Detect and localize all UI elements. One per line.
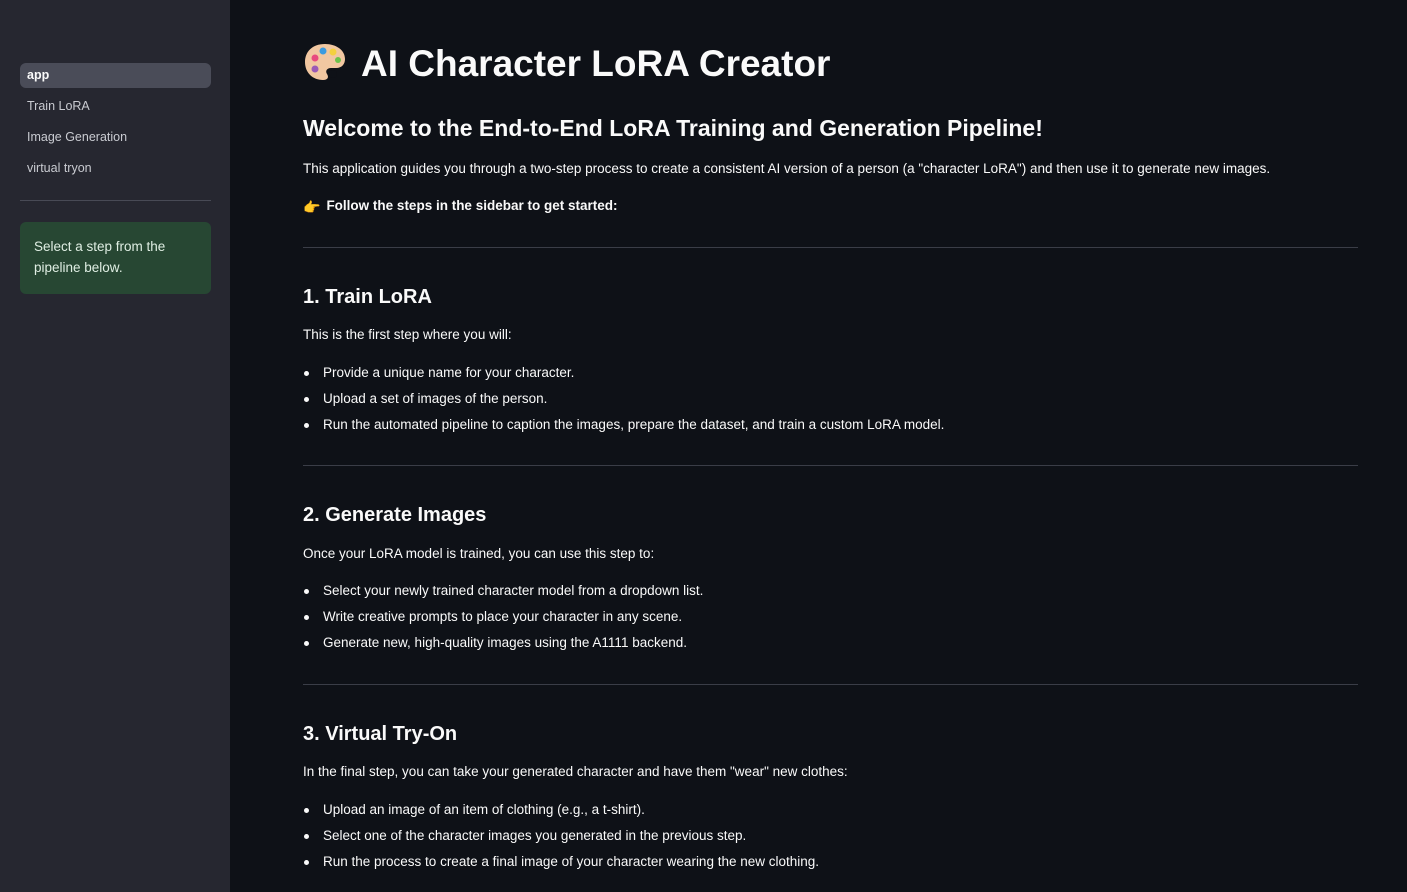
section-lead-train-lora: This is the first step where you will: bbox=[303, 327, 512, 342]
list-item: Upload a set of images of the person. bbox=[303, 386, 944, 412]
page-title-text: AI Character LoRA Creator bbox=[361, 43, 831, 84]
page-title: AI Character LoRA Creator bbox=[303, 40, 830, 94]
section-lead-generate-images: Once your LoRA model is trained, you can… bbox=[303, 546, 655, 561]
sidebar-item-app[interactable]: app bbox=[20, 63, 211, 88]
cta-paragraph: 👉 Follow the steps in the sidebar to get … bbox=[303, 196, 617, 217]
list-item: Provide a unique name for your character… bbox=[303, 360, 944, 386]
list-item: Select your newly trained character mode… bbox=[303, 578, 703, 604]
section-lead-virtual-try-on: In the final step, you can take your gen… bbox=[303, 764, 848, 779]
list-item: Select one of the character images you g… bbox=[303, 823, 819, 849]
sidebar-divider bbox=[20, 200, 211, 201]
list-item: Generate new, high-quality images using … bbox=[303, 630, 703, 656]
pointing-hand-icon: 👉 bbox=[303, 199, 321, 215]
section-heading-generate-images: 2. Generate Images bbox=[303, 504, 487, 526]
list-item: Write creative prompts to place your cha… bbox=[303, 604, 703, 630]
sidebar-info-box: Select a step from the pipeline below. bbox=[20, 222, 211, 294]
section-heading-virtual-try-on: 3. Virtual Try-On bbox=[303, 723, 458, 745]
divider bbox=[303, 247, 1358, 248]
sidebar-item-virtual-tryon[interactable]: virtual tryon bbox=[20, 156, 211, 181]
sidebar-nav: app Train LoRA Image Generation virtual … bbox=[20, 63, 211, 187]
sidebar-item-train-lora[interactable]: Train LoRA bbox=[20, 94, 211, 119]
intro-paragraph: This application guides you through a tw… bbox=[303, 161, 1271, 176]
section-heading-train-lora: 1. Train LoRA bbox=[303, 286, 432, 308]
sidebar-item-image-generation[interactable]: Image Generation bbox=[20, 125, 211, 150]
section-list-generate-images: Select your newly trained character mode… bbox=[303, 578, 703, 656]
list-item: Run the automated pipeline to caption th… bbox=[303, 412, 944, 438]
sidebar: app Train LoRA Image Generation virtual … bbox=[0, 0, 230, 892]
sidebar-info-text: Select a step from the pipeline below. bbox=[34, 239, 166, 275]
divider bbox=[303, 684, 1358, 685]
divider bbox=[303, 465, 1358, 466]
section-list-virtual-try-on: Upload an image of an item of clothing (… bbox=[303, 797, 819, 875]
list-item: Upload an image of an item of clothing (… bbox=[303, 797, 819, 823]
welcome-heading: Welcome to the End-to-End LoRA Training … bbox=[303, 115, 1043, 141]
list-item: Run the process to create a final image … bbox=[303, 849, 819, 875]
section-list-train-lora: Provide a unique name for your character… bbox=[303, 360, 944, 438]
artist-palette-icon bbox=[303, 42, 347, 94]
cta-text: Follow the steps in the sidebar to get s… bbox=[326, 198, 618, 213]
